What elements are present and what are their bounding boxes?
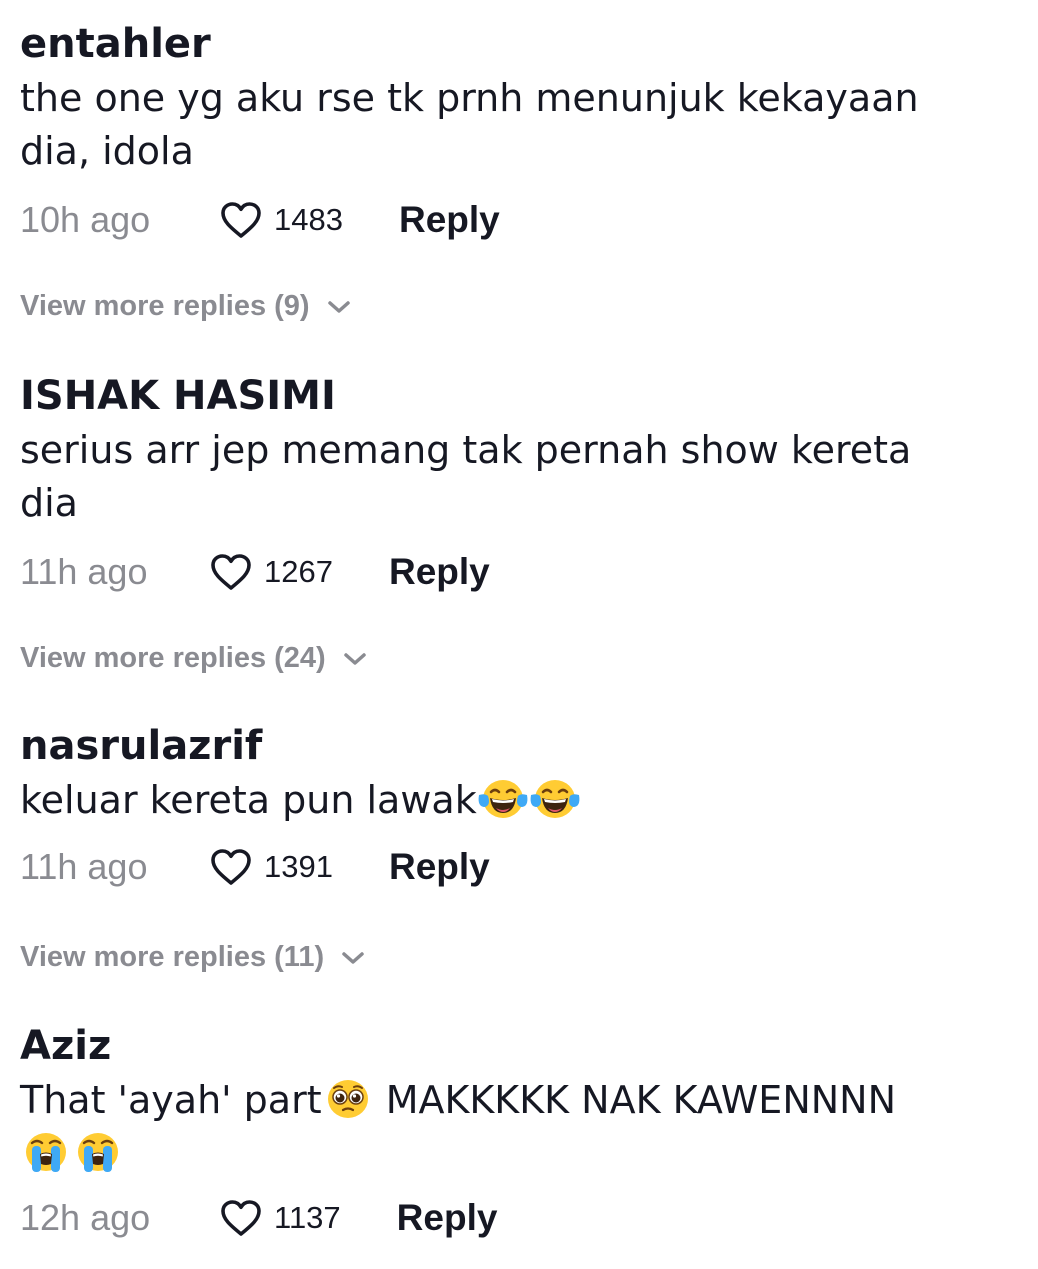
comment-item: nasrulazrif keluar kereta pun lawak 11h … <box>20 722 1020 895</box>
comment-text: That 'ayah' part MAKKKKK NAK KAWENNNN <box>20 1074 980 1180</box>
chevron-down-icon <box>326 298 352 316</box>
like-button[interactable]: 1267 <box>210 544 333 600</box>
comment-text-part: MAKKKKK NAK KAWENNNN <box>373 1078 897 1122</box>
comment-text-line: dia, idola <box>20 129 194 173</box>
reply-button[interactable]: Reply <box>397 1197 498 1239</box>
comment-text: keluar kereta pun lawak <box>20 774 980 827</box>
comment-timestamp: 11h ago <box>20 551 148 592</box>
face-with-tears-of-joy-emoji <box>477 777 529 821</box>
view-more-replies-label: View more replies (9) <box>20 290 310 322</box>
reply-button[interactable]: Reply <box>399 199 500 241</box>
comment-username[interactable]: ISHAK HASIMI <box>20 372 1020 420</box>
heart-icon <box>210 848 252 886</box>
loudly-crying-face-emoji <box>20 1130 72 1174</box>
comment-text-line: keluar kereta pun lawak <box>20 778 477 822</box>
heart-icon <box>220 1199 262 1237</box>
comment-text-part: That 'ayah' part <box>20 1078 322 1122</box>
heart-icon <box>210 553 252 591</box>
comment-username[interactable]: entahler <box>20 20 1020 68</box>
like-count: 1137 <box>274 1200 341 1235</box>
like-count: 1267 <box>264 554 333 589</box>
reply-button[interactable]: Reply <box>389 846 490 888</box>
like-button[interactable]: 1483 <box>220 192 343 248</box>
view-more-replies-label: View more replies (11) <box>20 941 325 973</box>
comment-timestamp: 12h ago <box>20 1197 151 1238</box>
loudly-crying-face-emoji <box>72 1130 124 1174</box>
like-button[interactable]: 1137 <box>220 1190 341 1246</box>
comment-username[interactable]: Aziz <box>20 1022 1020 1070</box>
heart-icon <box>220 201 262 239</box>
comment-meta: 11h ago 1391 Reply <box>20 839 1020 895</box>
chevron-down-icon <box>342 650 368 668</box>
comment-meta: 10h ago 1483 Reply <box>20 192 1020 248</box>
view-more-replies-button[interactable]: View more replies (9) <box>20 290 352 323</box>
comment-timestamp: 10h ago <box>20 199 151 240</box>
comment-text-line: the one yg aku rse tk prnh menunjuk keka… <box>20 76 919 120</box>
like-button[interactable]: 1391 <box>210 839 333 895</box>
comment-item: ISHAK HASIMI serius arr jep memang tak p… <box>20 372 1020 600</box>
comment-meta: 12h ago 1137 Reply <box>20 1190 1020 1246</box>
comment-text-line: dia <box>20 481 78 525</box>
pleading-face-emoji <box>322 1077 374 1121</box>
comment-text: serius arr jep memang tak pernah show ke… <box>20 424 980 530</box>
comment-username[interactable]: nasrulazrif <box>20 722 1020 770</box>
comment-item: entahler the one yg aku rse tk prnh menu… <box>20 20 1020 248</box>
comment-item: Aziz That 'ayah' part MAKKKKK NAK KAWENN… <box>20 1022 1020 1246</box>
like-count: 1483 <box>274 202 343 237</box>
comment-text: the one yg aku rse tk prnh menunjuk keka… <box>20 72 980 178</box>
face-with-tears-of-joy-emoji <box>529 777 581 821</box>
comment-text-line: serius arr jep memang tak pernah show ke… <box>20 428 912 472</box>
chevron-down-icon <box>340 949 366 967</box>
comment-meta: 11h ago 1267 Reply <box>20 544 1020 600</box>
view-more-replies-label: View more replies (24) <box>20 642 326 674</box>
view-more-replies-button[interactable]: View more replies (24) <box>20 642 368 675</box>
reply-button[interactable]: Reply <box>389 551 490 593</box>
like-count: 1391 <box>264 849 333 884</box>
comment-timestamp: 11h ago <box>20 846 148 887</box>
view-more-replies-button[interactable]: View more replies (11) <box>20 941 366 974</box>
